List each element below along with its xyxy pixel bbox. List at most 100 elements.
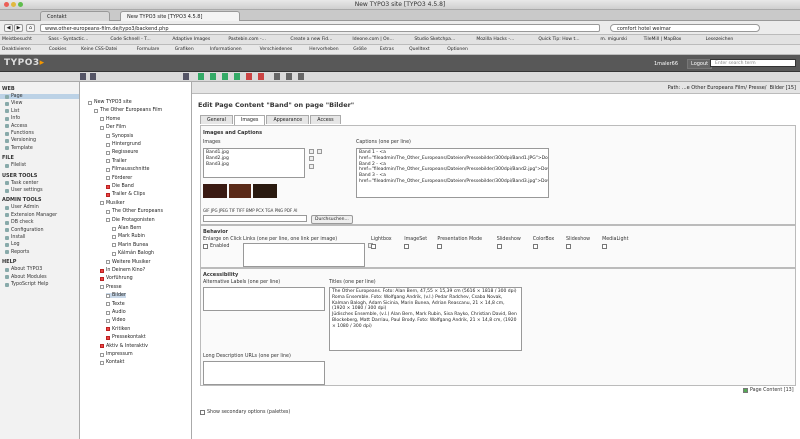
tree-item[interactable]: Alan Bern xyxy=(112,226,141,231)
sidebar-item[interactable]: View xyxy=(5,101,22,106)
tree-item[interactable]: The Other Europeans Film xyxy=(94,108,162,113)
bookmark-item[interactable]: Ideone.com | On... xyxy=(352,37,393,42)
toolbar-item[interactable]: Cookies xyxy=(49,47,67,52)
alt-textarea[interactable] xyxy=(203,287,325,311)
tab-contakt[interactable]: Contakt xyxy=(40,11,110,21)
bookmark-item[interactable]: Create a new Fid... xyxy=(290,37,332,42)
titles-textarea[interactable]: The Other Europeans. Foto: Alan Bern, 47… xyxy=(329,287,522,351)
sidebar-item[interactable]: Task center xyxy=(5,181,38,186)
bookmark-item[interactable]: m. migurski xyxy=(600,37,627,42)
tree-item[interactable]: Musiker xyxy=(100,201,125,206)
tree-item[interactable]: In Deinem Kino? xyxy=(100,268,145,273)
toolbar-item[interactable]: Hervorheben xyxy=(309,47,338,52)
save-close-icon[interactable] xyxy=(234,73,240,80)
tab-access[interactable]: Access xyxy=(310,115,341,124)
tree-item[interactable]: Audio xyxy=(106,310,126,315)
behavior-option-checkbox[interactable] xyxy=(496,244,502,249)
captions-textarea[interactable]: Band 1 - <a href="fileadmin/The_Other_Eu… xyxy=(356,148,549,198)
tree-item[interactable]: Der Film xyxy=(100,125,126,130)
toolbar-item[interactable]: Formulare xyxy=(137,47,160,52)
bookmark-item[interactable]: Adaptive Images xyxy=(172,37,210,42)
toolbar-item[interactable]: Optionen xyxy=(447,47,468,52)
tab-typo3[interactable]: New TYPO3 site [TYPO3 4.5.8] xyxy=(120,11,240,21)
tree-item[interactable]: Video xyxy=(106,318,125,323)
sidebar-item[interactable]: Functions xyxy=(5,131,34,136)
filter-icon[interactable] xyxy=(90,73,96,80)
bookmark-item[interactable]: Lesezeichen xyxy=(706,37,734,42)
bookmark-item[interactable]: Code Schnell - T... xyxy=(110,37,150,42)
sidebar-item[interactable]: Reports xyxy=(5,250,29,255)
bookmark-item[interactable]: Pastebin.com -... xyxy=(228,37,266,42)
back-icon[interactable]: ◀ xyxy=(4,24,13,32)
typo3-search-input[interactable]: Enter search term xyxy=(710,59,796,67)
logout-button[interactable]: Logout xyxy=(687,59,713,69)
tree-item[interactable]: Kontakt xyxy=(100,360,124,365)
sidebar-item[interactable]: Versioning xyxy=(5,138,36,143)
save-new-icon[interactable] xyxy=(222,73,228,80)
sidebar-item[interactable]: DB check xyxy=(5,220,34,225)
toolbar-item[interactable]: Keine CSS-Datei xyxy=(81,47,117,52)
tree-item[interactable]: Impressum xyxy=(100,352,133,357)
forward-icon[interactable]: ▶ xyxy=(14,24,23,32)
move-up-icon[interactable] xyxy=(309,149,314,154)
toolbar-item[interactable]: Quelltext xyxy=(409,47,430,52)
tree-item[interactable]: Trailer xyxy=(106,159,127,164)
page-content-label[interactable]: Page Content [13] xyxy=(750,388,794,393)
tree-item[interactable]: Presse xyxy=(100,285,122,290)
home-icon[interactable]: ⌂ xyxy=(26,24,35,32)
tree-item[interactable]: Regisseure xyxy=(106,150,138,155)
sidebar-item[interactable]: User settings xyxy=(5,188,43,193)
sidebar-item[interactable]: About Modules xyxy=(5,275,47,280)
history-icon[interactable] xyxy=(286,73,292,80)
browse-button[interactable]: Durchsuchen... xyxy=(311,215,353,224)
sidebar-item[interactable]: TypoScript Help xyxy=(5,282,48,287)
save-view-icon[interactable] xyxy=(210,73,216,80)
secondary-options-checkbox[interactable] xyxy=(200,410,205,415)
sidebar-item[interactable]: Filelist xyxy=(5,163,26,168)
delete-icon[interactable] xyxy=(258,73,264,80)
move-down-icon[interactable] xyxy=(309,156,314,161)
toolbar-item[interactable]: Extras xyxy=(380,47,394,52)
tree-item[interactable]: Hintergrund xyxy=(106,142,141,147)
links-textarea[interactable] xyxy=(243,243,365,267)
undo-icon[interactable] xyxy=(274,73,280,80)
tree-item[interactable]: New TYPO3 site xyxy=(88,100,132,105)
tree-item[interactable]: Texte xyxy=(106,302,125,307)
bookmark-item[interactable]: Quick Tip: How t... xyxy=(538,37,579,42)
close-icon[interactable] xyxy=(246,73,252,80)
tree-item[interactable]: Die Band xyxy=(106,184,134,189)
tree-item[interactable]: Filmausschnitte xyxy=(106,167,150,172)
tree-item[interactable]: Trailer & Clips xyxy=(106,192,145,197)
refresh-icon[interactable] xyxy=(183,73,189,80)
tree-item[interactable]: Marin Bunea xyxy=(112,243,148,248)
tree-item[interactable]: Pressekontakt xyxy=(106,335,146,340)
toolbar-item[interactable]: Größe xyxy=(353,47,367,52)
sidebar-item[interactable]: List xyxy=(5,109,19,114)
tree-item[interactable]: Kálmán Balogh xyxy=(112,251,154,256)
bookmark-item[interactable]: Sass - Syntactic... xyxy=(48,37,88,42)
behavior-option-checkbox[interactable] xyxy=(532,244,538,249)
sidebar-item[interactable]: Log xyxy=(5,242,20,247)
toolbar-item[interactable]: Verschiedenes xyxy=(260,47,293,52)
toolbar-item[interactable]: Deaktivieren xyxy=(2,47,31,52)
sidebar-item[interactable]: Template xyxy=(5,146,33,151)
remove-icon[interactable] xyxy=(309,164,314,169)
sidebar-item[interactable]: Install xyxy=(5,235,25,240)
toolbar-item[interactable]: Informationen xyxy=(210,47,242,52)
images-list[interactable]: Band1.jpg Band2.jpg Band3.jpg xyxy=(203,148,305,178)
tree-item[interactable]: Förderer xyxy=(106,176,132,181)
bookmark-item[interactable]: TileMill | MapBox xyxy=(644,37,682,42)
tab-images[interactable]: Images xyxy=(233,115,266,125)
tree-item[interactable]: Bilder xyxy=(106,293,126,299)
sidebar-item[interactable]: Page xyxy=(0,94,79,99)
tree-item[interactable]: Vorführung xyxy=(100,276,133,281)
sidebar-item[interactable]: Info xyxy=(5,116,20,121)
tab-general[interactable]: General xyxy=(200,115,233,124)
tree-item[interactable]: Die Protagonisten xyxy=(106,218,155,223)
tree-item[interactable]: Kritiken xyxy=(106,327,130,332)
new-page-icon[interactable] xyxy=(80,73,86,80)
behavior-option-checkbox[interactable] xyxy=(437,244,443,249)
tree-item[interactable]: Aktiv & Interaktiv xyxy=(100,344,148,349)
tree-item[interactable]: Mark Rubin xyxy=(112,234,145,239)
sidebar-item[interactable]: User Admin xyxy=(5,205,39,210)
